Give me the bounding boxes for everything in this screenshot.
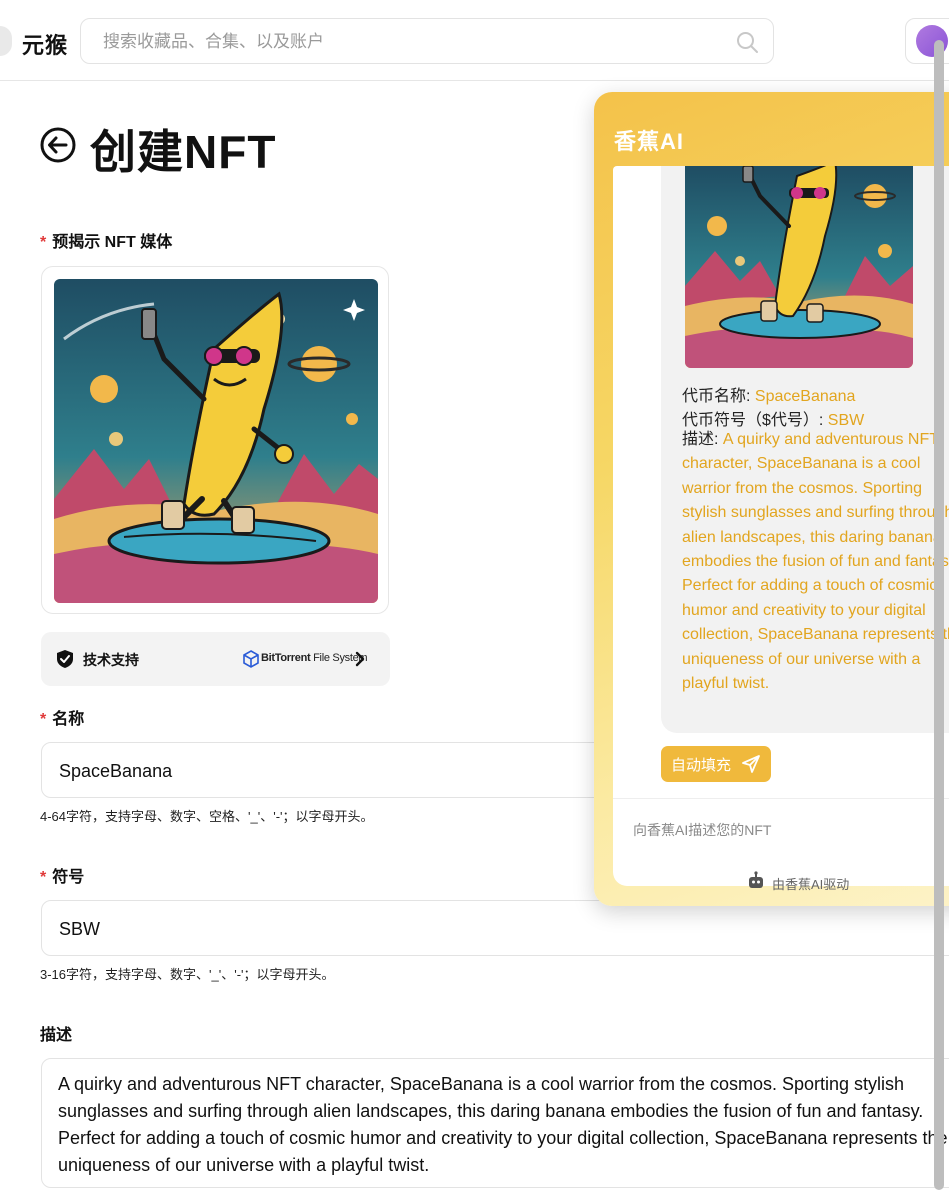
name-label: 名称 — [52, 711, 85, 728]
chevron-right-icon[interactable] — [353, 649, 367, 669]
token-symbol-value: SBW — [827, 412, 865, 429]
token-name-row: 代币名称: SpaceBanana — [682, 388, 856, 405]
logo-mark[interactable] — [0, 26, 12, 56]
back-arrow-icon[interactable] — [40, 127, 76, 163]
autofill-button[interactable]: 自动填充 — [661, 746, 771, 782]
name-hint: 4-64字符，支持字母、数字、空格、'_'、'-'；以字母开头。 — [40, 809, 374, 824]
description-field[interactable]: A quirky and adventurous NFT character, … — [41, 1058, 949, 1188]
ai-chat-area[interactable]: 代币名称: SpaceBanana 代币符号（$代号）: SBW 描述: A q… — [613, 166, 949, 886]
autofill-label: 自动填充 — [671, 757, 732, 774]
logo-text[interactable]: 元猴 — [22, 28, 68, 60]
search-bar[interactable] — [80, 18, 774, 64]
symbol-field[interactable] — [41, 900, 949, 956]
powered-by-label: 由香蕉AI驱动 — [772, 877, 850, 892]
required-marker: * — [40, 869, 47, 886]
token-symbol-row: 代币符号（$代号）: SBW — [682, 412, 865, 429]
symbol-hint: 3-16字符，支持字母、数字、'_'、'-'；以字母开头。 — [40, 967, 335, 982]
bittorrent-brand: BitTorrent File System — [261, 652, 368, 664]
symbol-input[interactable] — [57, 916, 861, 942]
name-label-row: * 名称 — [40, 705, 84, 729]
required-marker: * — [40, 711, 47, 728]
robot-icon — [749, 871, 763, 888]
banana-ai-panel: 香蕉AI 代币名称: SpaceBanana 代币符号（$代号）: SBW 描述… — [594, 92, 949, 906]
symbol-label-row: * 符号 — [40, 863, 84, 887]
description-textarea[interactable]: A quirky and adventurous NFT character, … — [58, 1071, 949, 1179]
bittorrent-cube-icon — [243, 650, 259, 668]
token-name-value: SpaceBanana — [754, 388, 856, 405]
media-label: 预揭示 NFT 媒体 — [52, 234, 173, 251]
shield-icon — [57, 650, 73, 668]
send-icon — [742, 755, 760, 773]
symbol-label: 符号 — [52, 869, 85, 886]
search-input[interactable] — [101, 29, 705, 55]
scrollbar[interactable] — [934, 40, 944, 1190]
ai-panel-title: 香蕉AI — [614, 129, 685, 154]
search-icon[interactable] — [735, 30, 759, 54]
ai-input-area[interactable] — [613, 798, 949, 859]
media-upload-card[interactable] — [41, 266, 389, 614]
top-bar: 元猴 — [0, 0, 949, 81]
page-title: 创建NFT — [90, 126, 277, 178]
ai-response-bubble: 代币名称: SpaceBanana 代币符号（$代号）: SBW 描述: A q… — [661, 166, 949, 733]
media-label-row: * 预揭示 NFT 媒体 — [40, 228, 172, 252]
ai-description-value: A quirky and adventurous NFT character, … — [682, 431, 949, 693]
required-marker: * — [40, 234, 47, 251]
tech-support-bar[interactable]: 技术支持 BitTorrent File System — [41, 632, 390, 686]
ai-prompt-input[interactable] — [631, 817, 949, 843]
ai-generated-image — [685, 166, 913, 368]
tech-support-label: 技术支持 — [83, 652, 139, 668]
ai-description: 描述: A quirky and adventurous NFT charact… — [682, 428, 949, 696]
powered-by-note: 由香蕉AI驱动 — [749, 871, 850, 893]
description-label: 描述 — [40, 1027, 73, 1044]
nft-preview-image — [54, 279, 378, 603]
